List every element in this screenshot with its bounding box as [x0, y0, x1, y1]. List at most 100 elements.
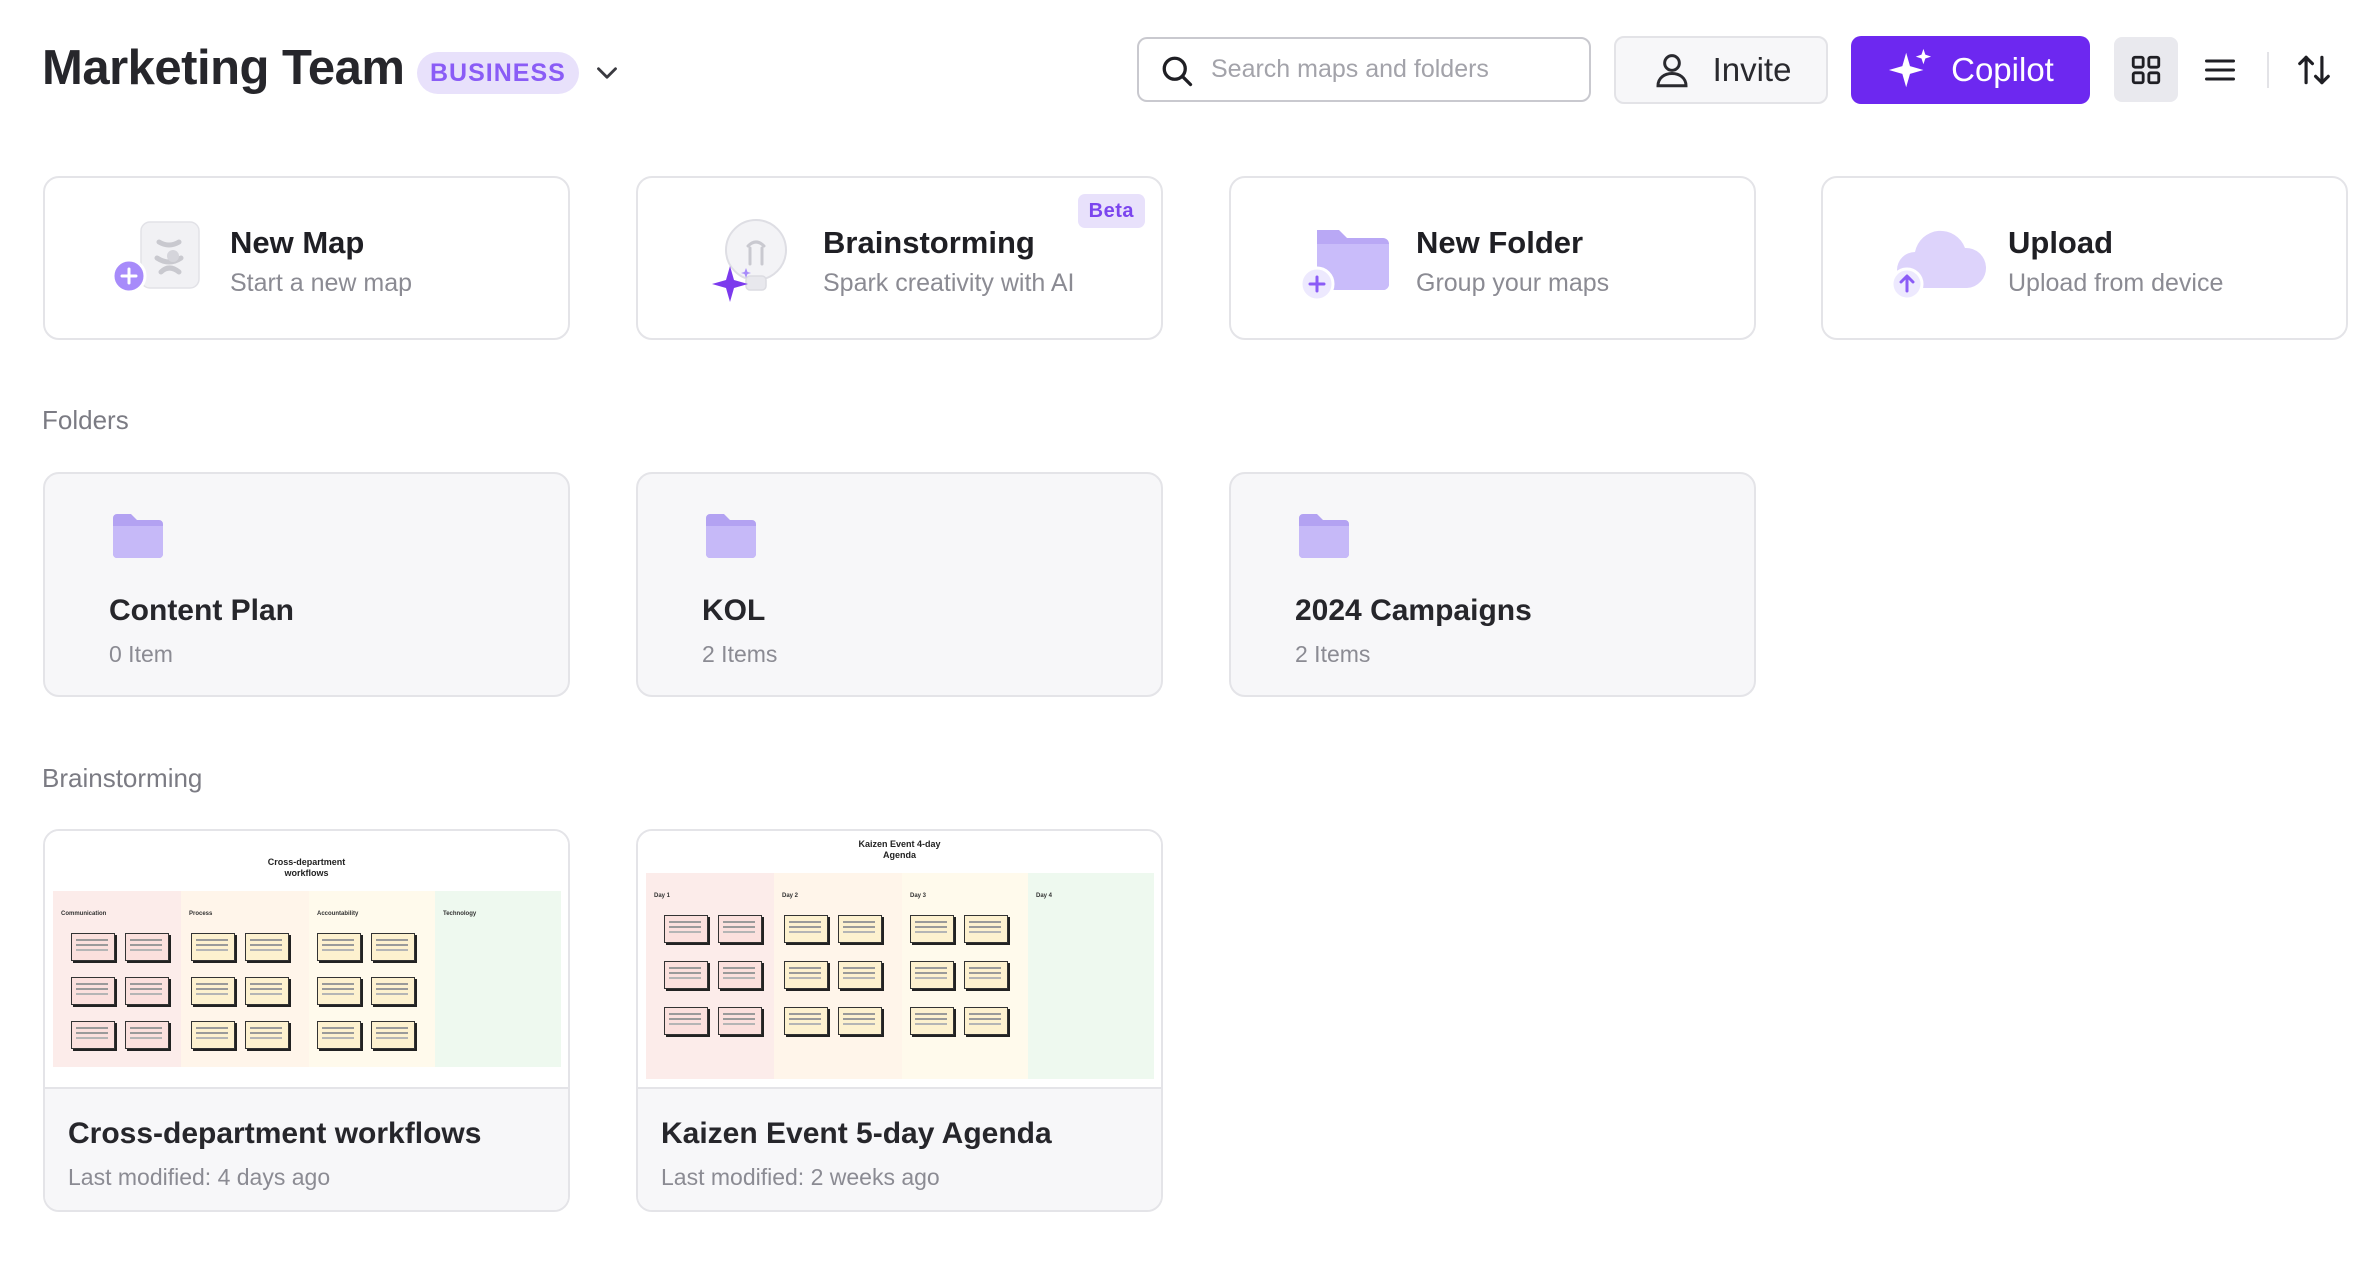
sticky-note	[371, 933, 415, 961]
map-card-kaizen-event[interactable]: Kaizen Event 4-day Agenda Day 1 Day 2 Da…	[636, 829, 1163, 1212]
sticky-note	[664, 961, 708, 989]
copilot-button[interactable]: Copilot	[1851, 36, 2090, 104]
sticky-note	[718, 961, 762, 989]
team-name: Marketing Team	[42, 41, 405, 95]
map-meta: Cross-department workflows Last modified…	[45, 1089, 568, 1210]
sticky-note	[191, 1021, 235, 1049]
sticky-note	[664, 915, 708, 943]
sticky-note	[910, 1007, 954, 1035]
folder-icon	[706, 514, 756, 558]
chevron-down-icon[interactable]	[590, 56, 624, 90]
grid-view-button[interactable]	[2114, 37, 2178, 102]
folder-name: Content Plan	[109, 594, 294, 627]
folder-card-content-plan[interactable]: Content Plan 0 Item	[43, 472, 570, 697]
map-name: Cross-department workflows	[68, 1117, 482, 1150]
sticky-note	[245, 1021, 289, 1049]
thumbnail-title: Cross-department workflows	[45, 857, 568, 879]
brainstorming-section-label: Brainstorming	[42, 763, 203, 793]
map-meta: Kaizen Event 5-day Agenda Last modified:…	[638, 1089, 1161, 1210]
folders-section-label: Folders	[42, 405, 129, 435]
folder-card-2024-campaigns[interactable]: 2024 Campaigns 2 Items	[1229, 472, 1756, 697]
brainstorming-card[interactable]: Beta Brainstorming Spark creativity with…	[636, 176, 1163, 340]
upload-title: Upload	[2008, 225, 2114, 260]
thumbnail-title-line: workflows	[284, 868, 329, 878]
thumbnail-lane: Day 3	[902, 873, 1028, 1079]
lane-label: Day 4	[1036, 893, 1053, 899]
thumbnail-title-line: Cross-department	[267, 857, 346, 867]
thumbnail-lane: Day 4	[1028, 873, 1154, 1079]
thumbnail-lane: Day 1	[646, 873, 774, 1079]
sticky-note	[371, 977, 415, 1005]
sticky-note	[125, 933, 169, 961]
map-thumbnail: Cross-department workflows Communication…	[45, 831, 568, 1089]
new-map-subtitle: Start a new map	[230, 269, 413, 297]
sticky-note	[245, 977, 289, 1005]
new-map-card[interactable]: New Map Start a new map	[43, 176, 570, 340]
brainstorming-title: Brainstorming	[823, 225, 1035, 260]
lane-label: Day 3	[910, 893, 927, 899]
search-input[interactable]	[1211, 47, 1571, 92]
lane-label: Communication	[61, 911, 107, 917]
thumbnail-lane: Accountability	[309, 891, 435, 1067]
sticky-note	[317, 1021, 361, 1049]
invite-label: Invite	[1712, 51, 1792, 88]
map-name: Kaizen Event 5-day Agenda	[661, 1117, 1052, 1150]
sticky-note	[191, 933, 235, 961]
new-folder-title: New Folder	[1416, 225, 1584, 260]
copilot-label: Copilot	[1951, 51, 2054, 88]
sticky-note	[964, 961, 1008, 989]
sticky-note	[71, 1021, 115, 1049]
folder-item-count: 2 Items	[1295, 641, 1371, 667]
map-card-cross-department[interactable]: Cross-department workflows Communication…	[43, 829, 570, 1212]
thumbnail-title-line: Kaizen Event 4-day	[858, 839, 941, 849]
thumbnail-lane: Communication	[53, 891, 181, 1067]
thumbnail-lane: Technology	[435, 891, 561, 1067]
thumbnail-lane: Day 2	[774, 873, 902, 1079]
search-box[interactable]	[1137, 37, 1591, 102]
map-last-modified: Last modified: 2 weeks ago	[661, 1164, 940, 1190]
sticky-note	[784, 1007, 828, 1035]
user-icon	[1656, 54, 1688, 88]
brainstorming-subtitle: Spark creativity with AI	[823, 269, 1075, 297]
new-folder-subtitle: Group your maps	[1416, 269, 1610, 297]
folder-plus-icon	[1299, 230, 1389, 302]
sticky-note	[664, 1007, 708, 1035]
list-view-button[interactable]	[2188, 37, 2252, 102]
sticky-note	[784, 915, 828, 943]
sticky-note	[964, 1007, 1008, 1035]
grid-icon	[2131, 55, 2161, 84]
sticky-note	[317, 977, 361, 1005]
upload-subtitle: Upload from device	[2008, 269, 2224, 297]
sticky-note	[718, 915, 762, 943]
folder-item-count: 2 Items	[702, 641, 778, 667]
sticky-note	[71, 977, 115, 1005]
sort-arrows-icon	[2298, 55, 2330, 84]
list-icon	[2205, 59, 2235, 80]
lane-label: Day 2	[782, 893, 799, 899]
folder-name: KOL	[702, 594, 766, 627]
folder-name: 2024 Campaigns	[1295, 594, 1532, 627]
upload-card[interactable]: Upload Upload from device	[1821, 176, 2348, 340]
toolbar-divider	[2267, 52, 2269, 88]
new-map-icon	[111, 221, 200, 294]
beta-badge: Beta	[1077, 194, 1145, 228]
sticky-note	[245, 933, 289, 961]
sticky-note	[718, 1007, 762, 1035]
sticky-note	[317, 933, 361, 961]
folder-icon	[1299, 514, 1349, 558]
sticky-note	[784, 961, 828, 989]
folder-card-kol[interactable]: KOL 2 Items	[636, 472, 1163, 697]
new-map-title: New Map	[230, 225, 365, 260]
sticky-note	[125, 1021, 169, 1049]
thumbnail-title-line: Agenda	[882, 850, 916, 860]
new-folder-card[interactable]: New Folder Group your maps	[1229, 176, 1756, 340]
invite-button[interactable]: Invite	[1614, 36, 1828, 104]
sticky-note	[71, 933, 115, 961]
sort-button[interactable]	[2282, 37, 2346, 102]
lane-label: Day 1	[654, 893, 671, 899]
sticky-note	[838, 1007, 882, 1035]
sticky-note	[191, 977, 235, 1005]
plan-badge: BUSINESS	[417, 52, 579, 94]
sticky-note	[371, 1021, 415, 1049]
folder-item-count: 0 Item	[109, 641, 173, 667]
